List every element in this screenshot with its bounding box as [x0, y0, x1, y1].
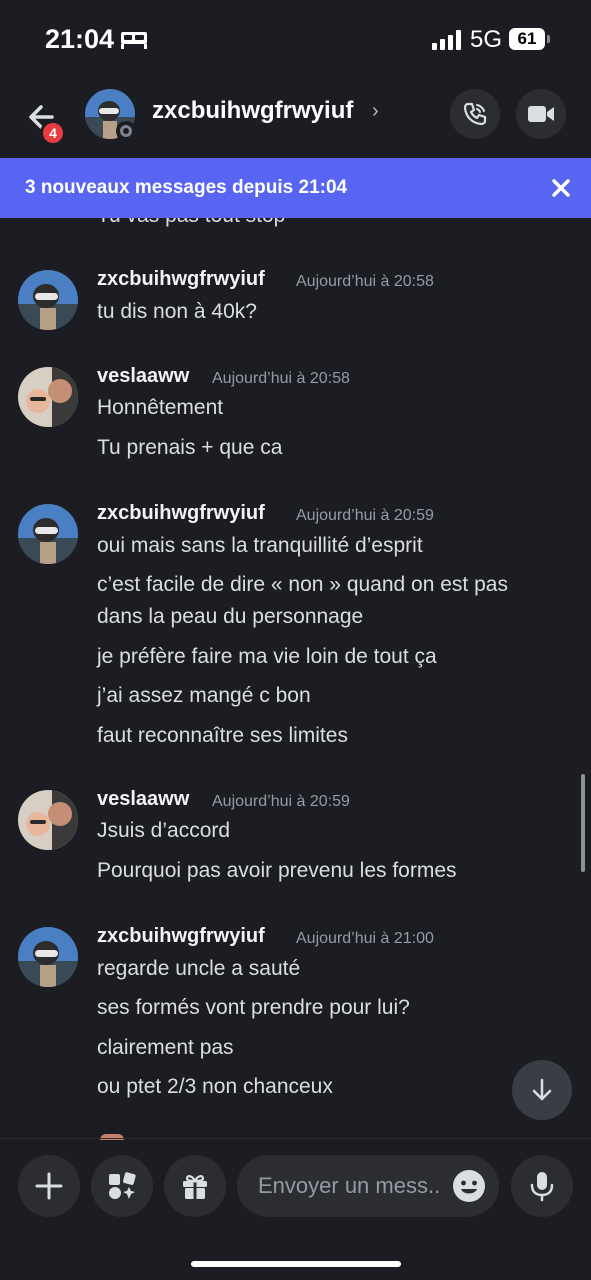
banner-text: 3 nouveaux messages depuis 21:04 — [25, 177, 348, 198]
message-line: Tu vas pas tout stop — [97, 218, 285, 228]
message-line: clairement pas — [97, 1036, 234, 1059]
message-timestamp: Aujourd’hui à 20:58 — [296, 273, 434, 290]
message-list[interactable]: Tu vas pas tout stop zxcbuihwgfrwyiuf Au… — [0, 218, 591, 1138]
message-line: c’est facile de dire « non » quand on es… — [97, 573, 508, 628]
unread-badge: 4 — [40, 120, 66, 146]
message-input[interactable] — [258, 1155, 448, 1217]
home-indicator[interactable] — [191, 1261, 401, 1267]
chat-header: 4 zxcbuihwgfrwyiuf › — [0, 80, 591, 158]
signal-icon — [432, 30, 461, 50]
voice-call-button[interactable] — [450, 89, 500, 139]
apps-button[interactable] — [91, 1155, 153, 1217]
status-bar: 21:04 5G 61 — [0, 0, 591, 80]
message-line: ses formés vont prendre pour lui? — [97, 996, 410, 1019]
message-line: Tu prenais + que ca — [97, 436, 283, 459]
message-line: Jsuis d’accord — [97, 819, 231, 842]
avatar[interactable] — [18, 504, 78, 564]
scrollbar[interactable] — [581, 774, 585, 872]
avatar[interactable] — [18, 367, 78, 427]
message-timestamp: Aujourd’hui à 20:59 — [296, 507, 434, 524]
add-attachment-button[interactable] — [18, 1155, 80, 1217]
gift-button[interactable] — [164, 1155, 226, 1217]
message-timestamp: Aujourd’hui à 20:59 — [212, 793, 350, 810]
divider — [0, 1138, 591, 1139]
bed-icon — [121, 32, 147, 49]
phone-icon — [463, 102, 487, 126]
network-type: 5G — [470, 26, 503, 53]
voice-message-button[interactable] — [511, 1155, 573, 1217]
message-line: regarde uncle a sauté — [97, 957, 301, 980]
message-line: Pourquoi pas avoir prevenu les formes — [97, 859, 457, 882]
jump-to-bottom-button[interactable] — [512, 1060, 572, 1120]
message-author[interactable]: zxcbuihwgfrwyiuf — [97, 268, 265, 291]
close-icon[interactable] — [548, 175, 574, 201]
emoji-icon[interactable] — [451, 1168, 487, 1204]
message-line: j’ai assez mangé c bon — [97, 684, 311, 707]
plus-icon — [35, 1172, 63, 1200]
message-composer[interactable] — [237, 1155, 499, 1217]
message-author[interactable]: veslaaww — [97, 365, 189, 388]
message-line: faut reconnaître ses limites — [97, 724, 348, 747]
message-line: ou ptet 2/3 non chanceux — [97, 1075, 333, 1098]
message-line: Honnêtement — [97, 396, 224, 419]
message-timestamp: Aujourd’hui à 21:00 — [296, 930, 434, 947]
avatar[interactable] — [18, 927, 78, 987]
new-messages-banner[interactable]: 3 nouveaux messages depuis 21:04 — [0, 158, 591, 218]
message-line: oui mais sans la tranquillité d’esprit — [97, 534, 423, 557]
avatar[interactable] — [18, 270, 78, 330]
offline-status-dot — [116, 121, 136, 141]
message-line: tu dis non à 40k? — [97, 300, 257, 323]
gift-icon — [183, 1175, 207, 1199]
message-author[interactable]: zxcbuihwgfrwyiuf — [97, 502, 265, 525]
status-time: 21:04 — [45, 24, 115, 54]
message-author[interactable]: veslaaww — [97, 788, 189, 811]
video-call-button[interactable] — [516, 89, 566, 139]
avatar — [100, 1134, 124, 1140]
message-author[interactable]: zxcbuihwgfrwyiuf — [97, 925, 265, 948]
channel-name[interactable]: zxcbuihwgfrwyiuf — [152, 97, 353, 125]
avatar[interactable] — [18, 790, 78, 850]
message-line: je préfère faire ma vie loin de tout ça — [97, 645, 437, 668]
arrow-down-icon — [532, 1078, 552, 1101]
apps-icon — [109, 1172, 136, 1199]
microphone-icon — [530, 1172, 554, 1202]
chevron-right-icon[interactable]: › — [372, 100, 379, 123]
video-icon — [528, 106, 554, 122]
message-timestamp: Aujourd’hui à 20:58 — [212, 370, 350, 387]
battery-tip — [547, 35, 550, 43]
battery-indicator: 61 — [509, 28, 545, 50]
